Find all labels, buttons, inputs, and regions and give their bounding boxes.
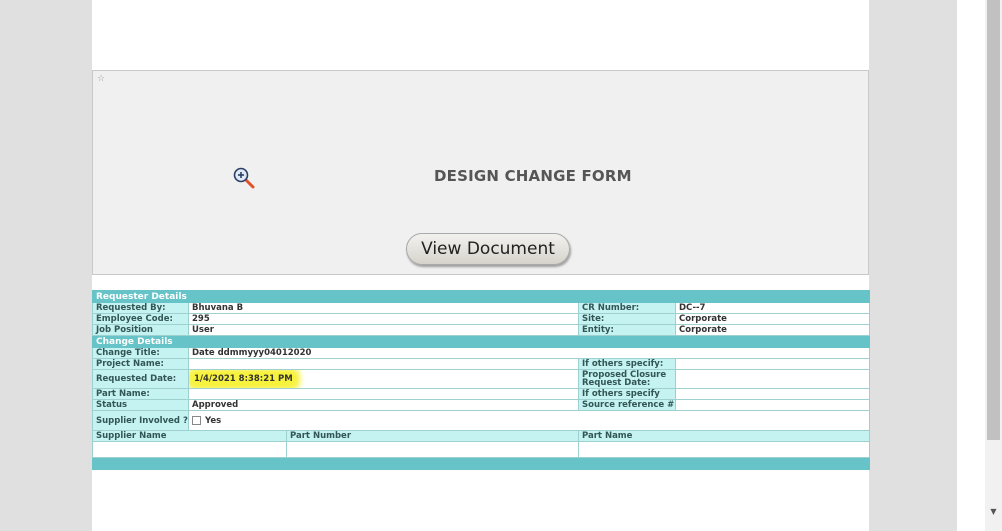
cr-number-label: CR Number: <box>578 302 676 314</box>
cr-number-value: DC--7 <box>675 302 870 314</box>
part-number-column: Part Number <box>286 430 579 442</box>
source-reference-value <box>675 399 870 411</box>
supplier-name-cell <box>92 441 287 458</box>
site-label: Site: <box>578 313 676 325</box>
supplier-name-column: Supplier Name <box>92 430 287 442</box>
table-row: Job Position User Entity: Corporate <box>92 324 870 336</box>
if-others-value-2 <box>675 388 870 400</box>
part-number-cell <box>286 441 579 458</box>
table-row: Part Name: If others specify <box>92 388 870 400</box>
requested-by-label: Requested By: <box>92 302 189 314</box>
zoom-in-icon[interactable] <box>232 166 256 190</box>
project-name-label: Project Name: <box>92 358 189 370</box>
change-title-value: Date ddmmyyy04012020 <box>188 347 870 359</box>
part-name-column: Part Name <box>578 430 870 442</box>
requested-date-value: 1/4/2021 8:38:21 PM <box>192 373 295 385</box>
scrollbar-thumb[interactable] <box>987 0 1000 440</box>
employee-code-value: 295 <box>188 313 579 325</box>
table-row: Project Name: If others specify: <box>92 358 870 370</box>
table-row: Requested Date: 1/4/2021 8:38:21 PM Prop… <box>92 369 870 389</box>
requester-details-header: Requester Details <box>92 290 870 303</box>
proposed-closure-value <box>675 369 870 389</box>
job-position-label: Job Position <box>92 324 189 336</box>
form-title: DESIGN CHANGE FORM <box>434 167 632 185</box>
table-row: Status Approved Source reference #: <box>92 399 870 411</box>
table-row: Supplier Involved ? Yes <box>92 410 870 431</box>
part-name-value <box>188 388 579 400</box>
table-row: Employee Code: 295 Site: Corporate <box>92 313 870 325</box>
project-name-value <box>188 358 579 370</box>
part-name-cell <box>578 441 870 458</box>
pin-icon: ☆ <box>97 74 106 84</box>
change-details-header: Change Details <box>92 335 870 348</box>
job-position-value: User <box>188 324 579 336</box>
left-margin <box>0 0 92 531</box>
if-others-value <box>675 358 870 370</box>
requested-date-cell: 1/4/2021 8:38:21 PM <box>188 369 579 389</box>
design-change-form: Requester Details Requested By: Bhuvana … <box>92 290 870 470</box>
supplier-involved-cell: Yes <box>188 410 870 431</box>
employee-code-label: Employee Code: <box>92 313 189 325</box>
top-blank-area <box>92 0 869 70</box>
source-reference-label: Source reference #: <box>578 399 676 411</box>
form-table: Requester Details Requested By: Bhuvana … <box>92 290 870 470</box>
requested-by-value: Bhuvana B <box>188 302 579 314</box>
view-document-button[interactable]: View Document <box>406 233 570 265</box>
change-title-label: Change Title: <box>92 347 189 359</box>
supplier-table-header: Supplier Name Part Number Part Name <box>92 430 870 442</box>
requested-date-label: Requested Date: <box>92 369 189 389</box>
entity-label: Entity: <box>578 324 676 336</box>
if-others-label: If others specify: <box>578 358 676 370</box>
right-margin <box>869 0 957 531</box>
table-row: Change Title: Date ddmmyyy04012020 <box>92 347 870 359</box>
supplier-involved-checkbox[interactable] <box>192 415 201 425</box>
right-gutter <box>957 0 985 531</box>
status-label: Status <box>92 399 189 411</box>
site-value: Corporate <box>675 313 870 325</box>
entity-value: Corporate <box>675 324 870 336</box>
supplier-yes-label: Yes <box>205 415 222 426</box>
if-others-label-2: If others specify <box>578 388 676 400</box>
status-value: Approved <box>188 399 579 411</box>
table-row <box>92 441 870 458</box>
next-section-header <box>92 457 870 470</box>
proposed-closure-label: Proposed Closure Request Date: <box>578 369 676 389</box>
scroll-down-arrow-icon[interactable]: ▼ <box>985 505 1002 519</box>
part-name-label: Part Name: <box>92 388 189 400</box>
table-row: Requested By: Bhuvana B CR Number: DC--7 <box>92 302 870 314</box>
document-viewer: ☆ DESIGN CHANGE FORM View Document <box>92 70 869 275</box>
supplier-involved-label: Supplier Involved ? <box>92 410 189 431</box>
